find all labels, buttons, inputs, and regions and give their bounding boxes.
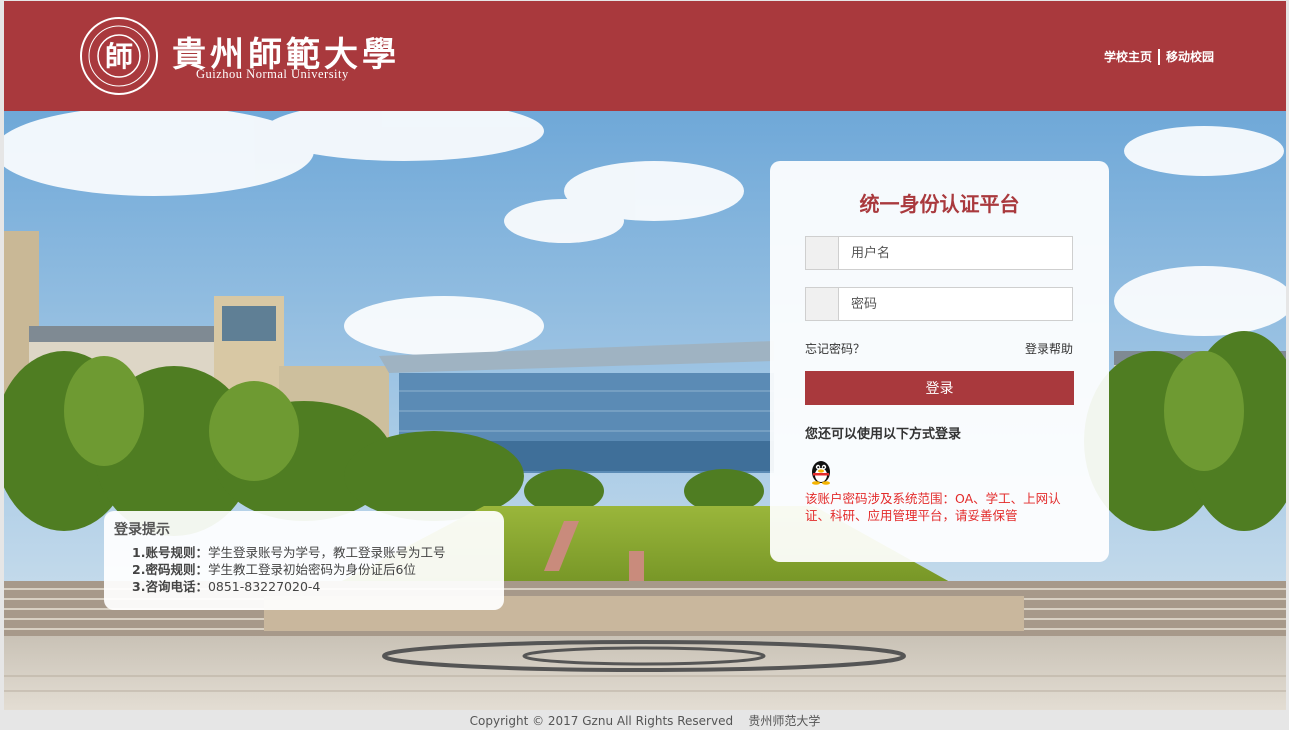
tip-text: 学生教工登录初始密码为身份证后6位 bbox=[207, 562, 416, 577]
user-icon bbox=[806, 237, 839, 269]
tip-label: 3.咨询电话： bbox=[132, 579, 208, 594]
page: 師 貴州師範大學 Guizhou Normal University 学校主页 … bbox=[4, 0, 1286, 730]
footer-copyright: Copyright © 2017 Gznu All Rights Reserve… bbox=[469, 714, 821, 728]
tip-label: 2.密码规则： bbox=[132, 562, 208, 577]
tips-title: 登录提示 bbox=[114, 522, 170, 538]
login-help-link[interactable]: 登录帮助 bbox=[1025, 340, 1073, 357]
alt-login-title: 您还可以使用以下方式登录 bbox=[805, 427, 962, 442]
nav-separator bbox=[1157, 48, 1160, 65]
university-name-en: Guizhou Normal University bbox=[196, 67, 349, 81]
list-item: 2.密码规则：学生教工登录初始密码为身份证后6位 bbox=[132, 561, 504, 578]
list-item: 1.账号规则：学生登录账号为学号，教工登录账号为工号 bbox=[132, 544, 504, 561]
seal-character: 師 bbox=[105, 40, 133, 73]
username-input[interactable] bbox=[839, 237, 1072, 269]
tip-label: 1.账号规则： bbox=[132, 545, 208, 560]
scope-notice: 该账户密码涉及系统范围：OA、学工、上网认证、科研、应用管理平台，请妥善保管 bbox=[805, 491, 1061, 523]
login-links: 忘记密码？ 登录帮助 bbox=[805, 340, 1073, 357]
qq-penguin-icon[interactable] bbox=[807, 457, 835, 485]
login-button[interactable]: 登录 bbox=[805, 371, 1074, 405]
password-field bbox=[805, 287, 1073, 321]
password-input[interactable] bbox=[839, 288, 1072, 320]
site-header: 師 貴州師範大學 Guizhou Normal University 学校主页 … bbox=[4, 1, 1286, 111]
tip-text: 0851-83227020-4 bbox=[207, 579, 321, 594]
tip-text: 学生登录账号为学号，教工登录账号为工号 bbox=[207, 545, 446, 560]
login-title: 统一身份认证平台 bbox=[859, 192, 1020, 216]
login-tips-panel: 登录提示 1.账号规则：学生登录账号为学号，教工登录账号为工号 2.密码规则：学… bbox=[104, 511, 504, 610]
list-item: 3.咨询电话：0851-83227020-4 bbox=[132, 578, 504, 595]
tips-list: 1.账号规则：学生登录账号为学号，教工登录账号为工号 2.密码规则：学生教工登录… bbox=[114, 544, 504, 595]
nav-home-link[interactable]: 学校主页 bbox=[1104, 48, 1152, 65]
forgot-password-link[interactable]: 忘记密码？ bbox=[805, 340, 865, 357]
university-seal-logo: 師 bbox=[80, 17, 158, 95]
login-panel: 统一身份认证平台 忘记密码？ 登录帮助 登录 您还可以使用以下方式登录 bbox=[770, 161, 1109, 562]
nav-mobile-campus-link[interactable]: 移动校园 bbox=[1166, 48, 1214, 65]
username-field bbox=[805, 236, 1073, 270]
top-nav: 学校主页 移动校园 bbox=[1104, 48, 1214, 65]
lock-icon bbox=[806, 288, 839, 320]
